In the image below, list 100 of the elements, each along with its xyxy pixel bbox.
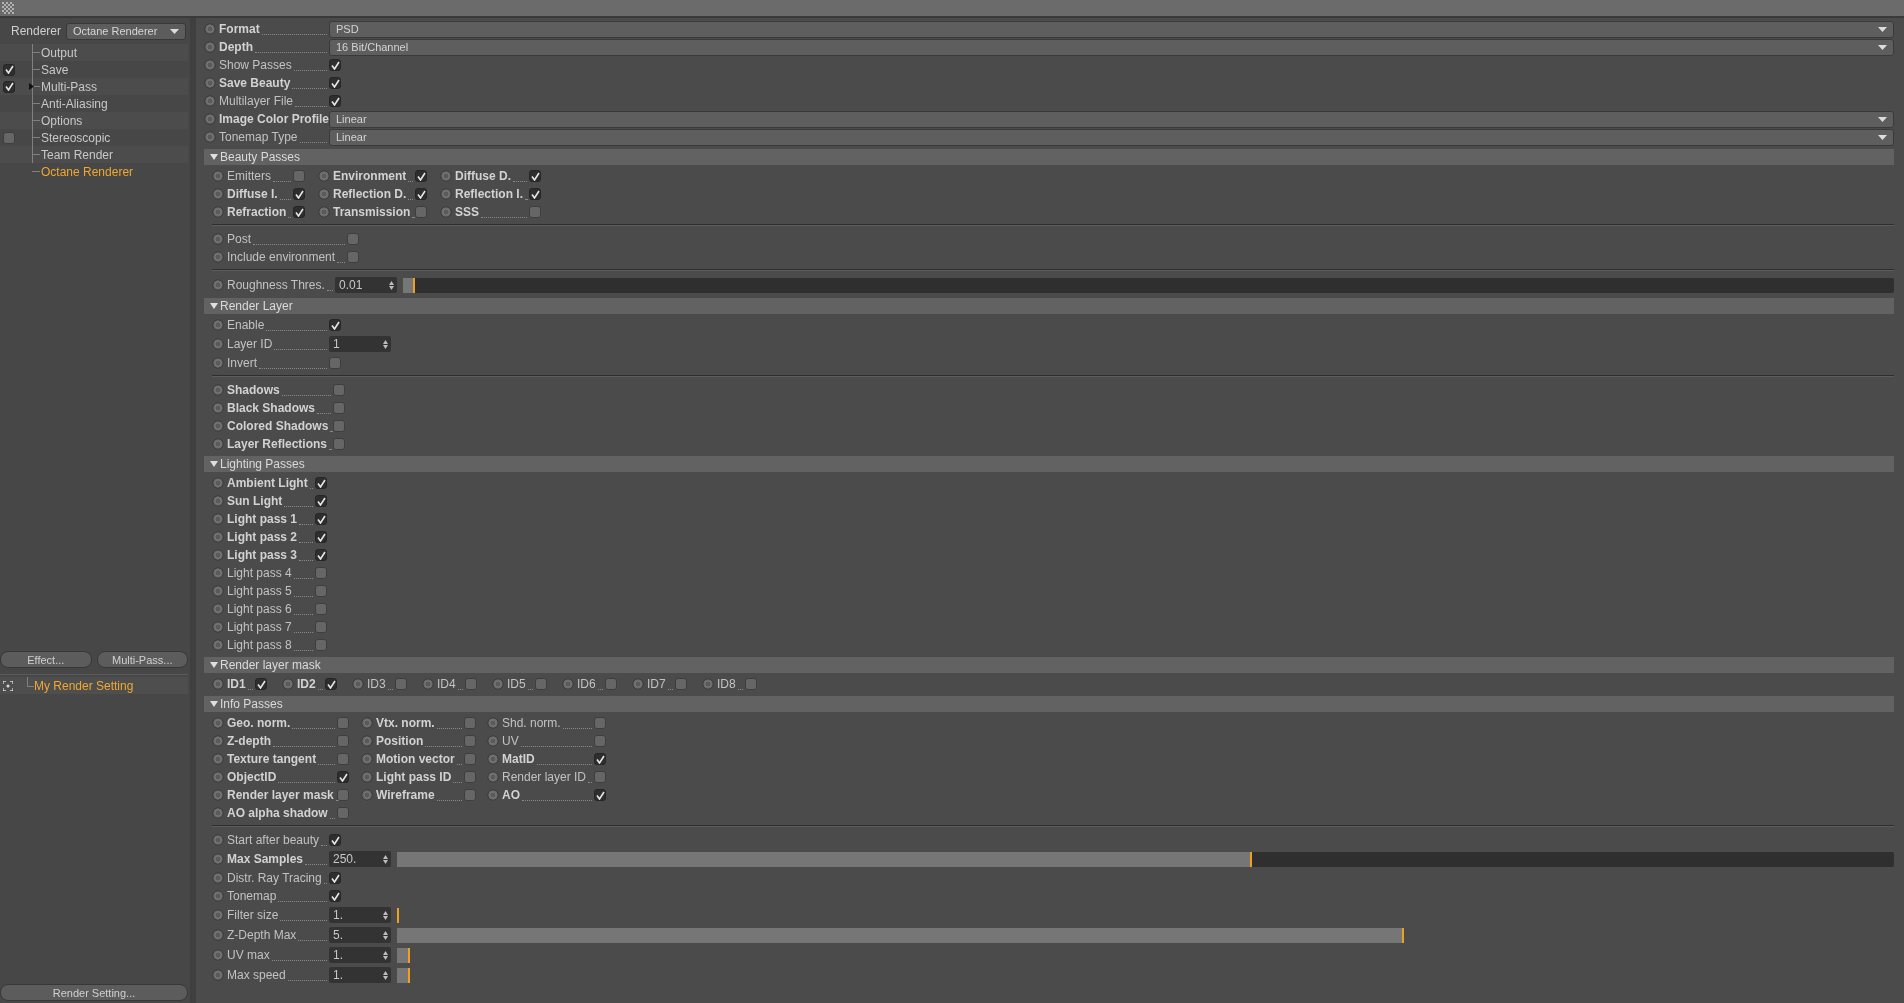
- keyframe-circle-icon[interactable]: [212, 402, 224, 414]
- checkbox[interactable]: [315, 477, 327, 489]
- sidebar-item[interactable]: Stereoscopic: [40, 128, 111, 147]
- keyframe-circle-icon[interactable]: [212, 188, 224, 200]
- checkbox[interactable]: [315, 549, 327, 561]
- keyframe-circle-icon[interactable]: [318, 206, 330, 218]
- checkbox[interactable]: [464, 789, 476, 801]
- checkbox[interactable]: [333, 402, 345, 414]
- sidebar-item[interactable]: Octane Renderer: [40, 162, 134, 181]
- checkbox[interactable]: [329, 890, 341, 902]
- sidebar-item[interactable]: Save: [40, 60, 69, 79]
- checkbox[interactable]: [415, 206, 427, 218]
- checkbox[interactable]: [293, 206, 305, 218]
- keyframe-circle-icon[interactable]: [212, 969, 224, 981]
- sidebar-button[interactable]: Multi-Pass...: [96, 651, 188, 668]
- keyframe-circle-icon[interactable]: [204, 113, 216, 125]
- keyframe-circle-icon[interactable]: [212, 279, 224, 291]
- caret-icon[interactable]: [1878, 116, 1887, 122]
- keyframe-circle-icon[interactable]: [440, 206, 452, 218]
- checkbox[interactable]: [337, 789, 349, 801]
- spinner-icon[interactable]: [383, 950, 388, 960]
- section-header[interactable]: Render Layer: [204, 298, 1894, 314]
- number-field[interactable]: 1.: [329, 947, 391, 963]
- spinner-icon[interactable]: [383, 930, 388, 940]
- dropdown[interactable]: 16 Bit/Channel: [329, 38, 1894, 56]
- keyframe-circle-icon[interactable]: [212, 909, 224, 921]
- keyframe-circle-icon[interactable]: [212, 251, 224, 263]
- checkbox[interactable]: [535, 678, 547, 690]
- checkbox[interactable]: [315, 567, 327, 579]
- keyframe-circle-icon[interactable]: [212, 567, 224, 579]
- keyframe-circle-icon[interactable]: [212, 603, 224, 615]
- keyframe-circle-icon[interactable]: [212, 549, 224, 561]
- checkbox[interactable]: [415, 170, 427, 182]
- checkbox[interactable]: [315, 639, 327, 651]
- slider-track[interactable]: [403, 277, 1894, 293]
- keyframe-circle-icon[interactable]: [212, 233, 224, 245]
- keyframe-circle-icon[interactable]: [361, 717, 373, 729]
- keyframe-circle-icon[interactable]: [212, 639, 224, 651]
- section-header[interactable]: Beauty Passes: [204, 149, 1894, 165]
- caret-icon[interactable]: [1878, 134, 1887, 140]
- active-setting-icon[interactable]: [3, 680, 13, 691]
- keyframe-circle-icon[interactable]: [212, 438, 224, 450]
- keyframe-circle-icon[interactable]: [487, 735, 499, 747]
- number-field[interactable]: 250.: [329, 851, 391, 867]
- checkbox[interactable]: [329, 872, 341, 884]
- checkbox[interactable]: [415, 188, 427, 200]
- keyframe-circle-icon[interactable]: [204, 59, 216, 71]
- checkbox[interactable]: [594, 753, 606, 765]
- checkbox[interactable]: [315, 621, 327, 633]
- keyframe-circle-icon[interactable]: [212, 357, 224, 369]
- keyframe-circle-icon[interactable]: [212, 420, 224, 432]
- keyframe-circle-icon[interactable]: [212, 735, 224, 747]
- checkbox[interactable]: [293, 170, 305, 182]
- number-field[interactable]: 1: [329, 336, 391, 352]
- section-header[interactable]: Lighting Passes: [204, 456, 1894, 472]
- number-field[interactable]: 0.01: [335, 277, 397, 293]
- checkbox[interactable]: [594, 717, 606, 729]
- keyframe-circle-icon[interactable]: [212, 771, 224, 783]
- keyframe-circle-icon[interactable]: [212, 807, 224, 819]
- renderer-dropdown[interactable]: Octane Renderer: [66, 22, 186, 40]
- keyframe-circle-icon[interactable]: [422, 678, 434, 690]
- keyframe-circle-icon[interactable]: [487, 771, 499, 783]
- checkbox[interactable]: [395, 678, 407, 690]
- number-field[interactable]: 5.: [329, 927, 391, 943]
- caret-icon[interactable]: [1878, 44, 1887, 50]
- keyframe-circle-icon[interactable]: [212, 170, 224, 182]
- checkbox[interactable]: [347, 233, 359, 245]
- keyframe-circle-icon[interactable]: [204, 131, 216, 143]
- expand-triangle-icon[interactable]: [210, 460, 218, 468]
- keyframe-circle-icon[interactable]: [212, 789, 224, 801]
- checkbox[interactable]: [325, 678, 337, 690]
- checkbox[interactable]: [315, 495, 327, 507]
- checkbox[interactable]: [465, 678, 477, 690]
- keyframe-circle-icon[interactable]: [212, 585, 224, 597]
- checkbox[interactable]: [329, 95, 341, 107]
- expand-triangle-icon[interactable]: [210, 153, 218, 161]
- checkbox[interactable]: [745, 678, 757, 690]
- keyframe-circle-icon[interactable]: [212, 531, 224, 543]
- keyframe-circle-icon[interactable]: [212, 678, 224, 690]
- checkbox[interactable]: [3, 63, 15, 76]
- keyframe-circle-icon[interactable]: [318, 188, 330, 200]
- keyframe-circle-icon[interactable]: [318, 170, 330, 182]
- keyframe-circle-icon[interactable]: [212, 717, 224, 729]
- keyframe-circle-icon[interactable]: [212, 834, 224, 846]
- keyframe-circle-icon[interactable]: [702, 678, 714, 690]
- checkbox[interactable]: [529, 206, 541, 218]
- keyframe-circle-icon[interactable]: [440, 170, 452, 182]
- checkbox[interactable]: [594, 771, 606, 783]
- keyframe-circle-icon[interactable]: [361, 735, 373, 747]
- spinner-icon[interactable]: [389, 280, 394, 290]
- spinner-icon[interactable]: [383, 854, 388, 864]
- number-field[interactable]: 1.: [329, 907, 391, 923]
- checkbox[interactable]: [529, 188, 541, 200]
- keyframe-circle-icon[interactable]: [282, 678, 294, 690]
- dropdown[interactable]: Linear: [329, 128, 1894, 146]
- keyframe-circle-icon[interactable]: [204, 23, 216, 35]
- slider-fill[interactable]: [397, 967, 411, 983]
- checkbox[interactable]: [337, 735, 349, 747]
- keyframe-circle-icon[interactable]: [492, 678, 504, 690]
- dropdown[interactable]: Linear: [329, 110, 1894, 128]
